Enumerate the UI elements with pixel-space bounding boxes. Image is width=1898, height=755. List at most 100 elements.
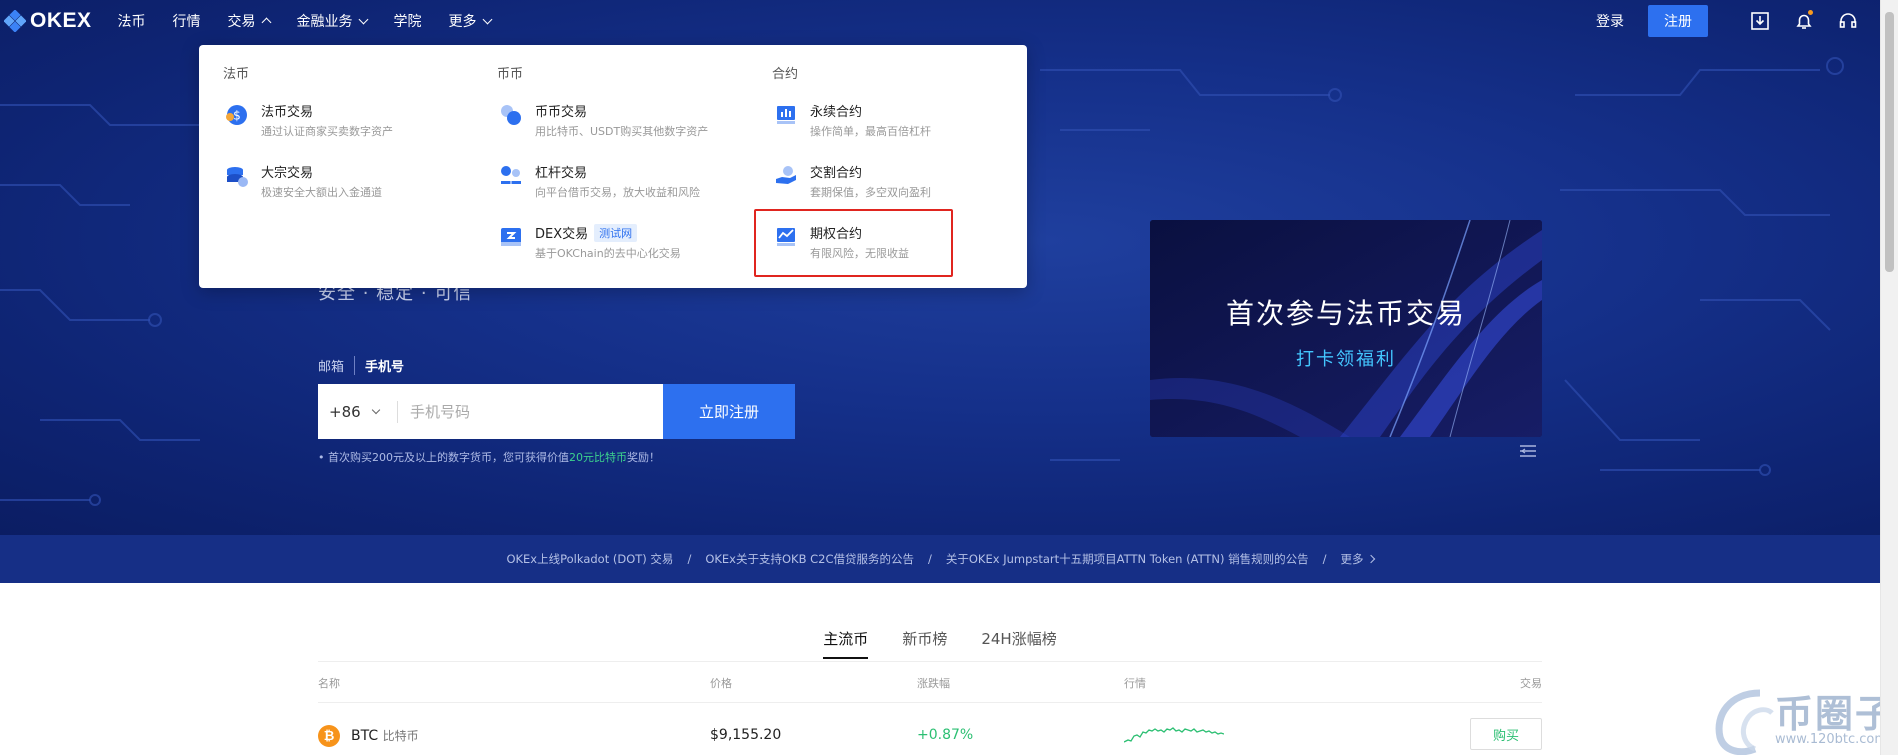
menu-item-block-trade[interactable]: 大宗交易 极速安全大额出入金通道 [225,162,382,200]
tab-24h-gainers[interactable]: 24H涨幅榜 [981,628,1056,659]
header-divider [318,702,1542,703]
menu-item-name: 交割合约 [810,166,863,181]
market-tabs: 主流币 新币榜 24H涨幅榜 [0,628,1880,659]
menu-item-name: 币币交易 [535,105,588,120]
announcement-bar: OKEx上线Polkadot (DOT) 交易 / OKEx关于支持OKB C2… [0,535,1880,583]
promo-suffix: 奖励！ [626,451,660,464]
dollar-coin-icon: $ [226,105,247,125]
nav-item-fiat[interactable]: 法币 [118,11,146,31]
bell-icon[interactable] [1792,9,1816,33]
market-table-header: 名称 价格 涨跌幅 行情 交易 [318,675,1542,690]
testnet-badge: 测试网 [594,223,638,242]
nav-item-trade[interactable]: 交易 [227,11,271,31]
announcement-separator: / [687,552,692,566]
coin-name: BTC 比特币 [351,727,419,744]
announcement-more-link[interactable]: 更多 [1340,551,1375,567]
announcement-link[interactable]: OKEx上线Polkadot (DOT) 交易 [506,551,673,567]
menu-item-fiat-trade[interactable]: $ 法币交易 通过认证商家买卖数字资产 [225,101,393,139]
promo-banner[interactable]: 首次参与法币交易 打卡领福利 [1150,220,1542,437]
menu-item-dex-trade[interactable]: DEX交易 测试网 基于OKChain的去中心化交易 [499,223,681,261]
chevron-down-icon [371,405,380,414]
header-change: 涨跌幅 [917,677,950,690]
promo-prefix: • 首次购买200元及以上的数字货币，您可获得价值 [318,451,569,464]
buy-button[interactable]: 购买 [1470,718,1542,750]
nav-item-academy[interactable]: 学院 [394,11,422,31]
login-link[interactable]: 登录 [1596,11,1624,31]
tab-phone[interactable]: 手机号 [355,356,404,375]
menu-item-perpetual-swap[interactable]: 永续合约 操作简单，最高百倍杠杆 [774,101,931,139]
menu-item-margin-trade[interactable]: 杠杆交易 向平台借币交易，放大收益和风险 [499,162,700,200]
promo-highlight: 20元比特币 [568,451,627,464]
promo-text: • 首次购买200元及以上的数字货币，您可获得价值20元比特币奖励！ [318,449,660,465]
menu-item-name: 杠杆交易 [535,166,588,181]
announcement-separator: / [1322,552,1327,566]
chevron-down-icon [482,14,492,24]
dropdown-column-title: 合约 [772,67,799,82]
bitcoin-icon: ₿ [318,725,340,747]
coin-change: +0.87% [917,727,974,743]
coins-exchange-icon [501,105,521,125]
logo-text: OKEX [30,9,92,32]
download-icon[interactable] [1748,9,1772,33]
menu-item-desc: 操作简单，最高百倍杠杆 [810,125,931,138]
country-code-value: +86 [329,402,361,421]
country-code-select[interactable]: +86 [318,400,398,423]
more-label: 更多 [1340,552,1364,566]
okex-logo-icon [4,10,26,32]
nav-item-markets[interactable]: 行情 [173,11,201,31]
tab-new-coins[interactable]: 新币榜 [902,628,947,659]
list-menu-icon[interactable] [1520,444,1536,458]
banner-subtitle: 打卡领福利 [1296,349,1396,370]
header-trade: 交易 [1520,677,1542,690]
register-now-button[interactable]: 立即注册 [663,384,795,439]
menu-item-desc: 向平台借币交易，放大收益和风险 [535,186,700,199]
scrollbar-thumb[interactable] [1885,12,1894,272]
headset-icon[interactable] [1836,9,1860,33]
tabs-divider [318,661,1542,662]
nav-label: 交易 [227,14,256,30]
menu-item-spot-trade[interactable]: 币币交易 用比特币、USDT购买其他数字资产 [499,101,708,139]
highlight-box [754,209,953,277]
menu-item-desc: 套期保值，多空双向盈利 [810,186,931,199]
top-nav: OKEX 法币 行情 交易 金融业务 学院 更多 登录 注册 [0,0,1880,42]
nav-item-finance[interactable]: 金融业务 [296,11,368,31]
okex-logo[interactable]: OKEX [4,9,92,33]
header-trend: 行情 [1124,677,1146,690]
notification-dot [1808,10,1813,15]
menu-item-futures[interactable]: 交割合约 套期保值，多空双向盈利 [774,162,931,200]
chevron-right-icon [1366,554,1375,564]
announcement-link[interactable]: 关于OKEx Jumpstart十五期项目ATTN Token (ATTN) 销… [946,551,1309,567]
nav-label: 更多 [448,14,477,30]
page-scrollbar[interactable] [1880,0,1898,755]
chevron-up-icon [261,17,271,28]
register-tabs: 邮箱 手机号 [318,356,404,375]
menu-item-desc: 用比特币、USDT购买其他数字资产 [535,125,709,138]
nav-item-more[interactable]: 更多 [448,11,492,31]
watermark-text: 币圈子 [1775,692,1896,736]
coin-price: $9,155.20 [710,727,782,743]
coin-stack-icon [227,167,248,187]
trade-dropdown-menu: 法币 币币 合约 $ 法币交易 通过认证商家买卖数字资产 大宗交易 极速安全大额… [199,45,1027,288]
perpetual-chart-icon [777,106,795,124]
phone-number-input[interactable] [398,402,663,421]
register-button[interactable]: 注册 [1648,5,1708,37]
announcement-link[interactable]: OKEx关于支持OKB C2C借贷服务的公告 [705,551,914,567]
page: OKEX 法币 行情 交易 金融业务 学院 更多 登录 注册 安全 · 稳定 ·… [0,0,1898,755]
announcement-separator: / [928,552,932,566]
menu-item-name: 法币交易 [261,105,314,120]
watermark-url: www.120btc.com [1775,732,1888,747]
phone-input-group: +86 [318,384,663,439]
coin-name-cn: 比特币 [382,729,419,743]
sparkline-chart [1124,727,1224,743]
nav-right: 登录 注册 [1596,5,1880,37]
banner-title: 首次参与法币交易 [1225,297,1466,330]
dropdown-column-title: 币币 [497,67,524,82]
leverage-icon [501,166,521,184]
tab-email[interactable]: 邮箱 [318,356,356,375]
table-row[interactable]: ₿ BTC 比特币 $9,155.20 +0.87% 购买 [318,718,1542,750]
tab-mainstream[interactable]: 主流币 [823,628,869,659]
menu-item-name: 大宗交易 [261,166,314,181]
nav-label: 学院 [393,14,422,30]
menu-item-desc: 极速安全大额出入金通道 [261,186,382,199]
nav-label: 金融业务 [296,14,353,30]
